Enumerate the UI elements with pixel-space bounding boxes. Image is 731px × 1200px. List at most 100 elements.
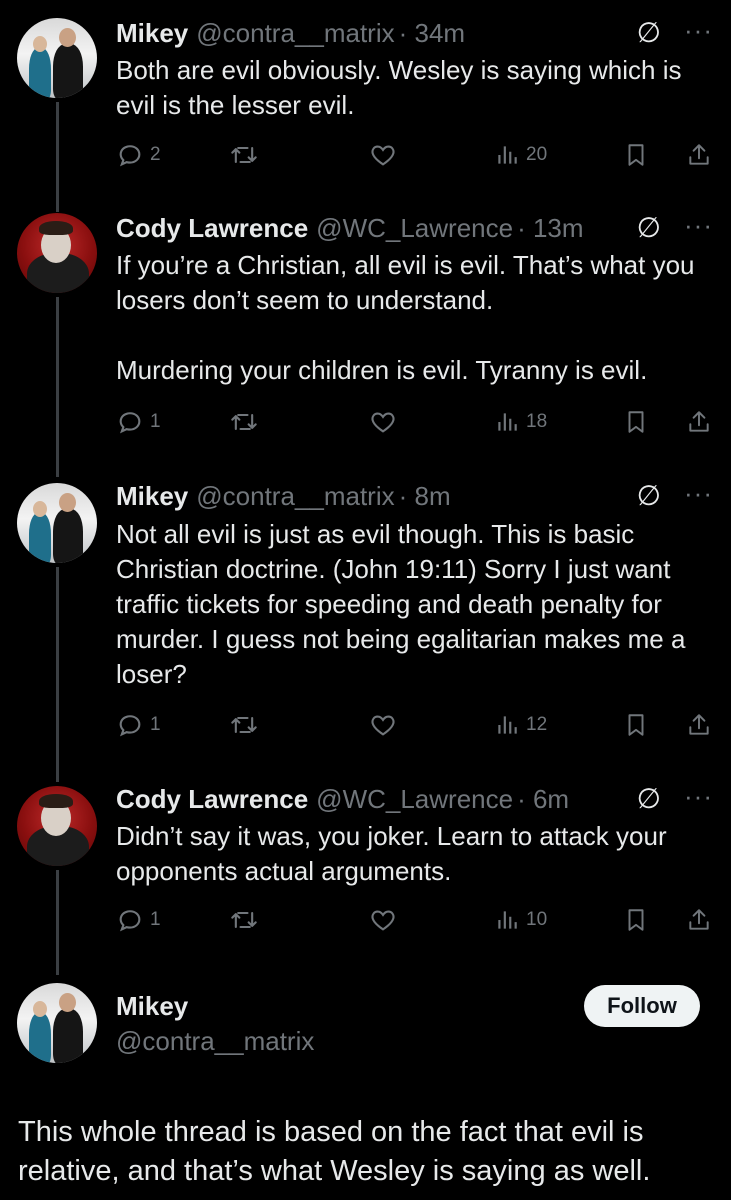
tweet-time[interactable]: · 6m	[517, 784, 569, 815]
bookmark-icon	[623, 711, 649, 739]
bookmark-icon	[623, 906, 649, 934]
retweet-icon	[229, 141, 259, 169]
tweet-time[interactable]: · 13m	[517, 213, 583, 244]
reply-count: 2	[150, 144, 161, 165]
views-button[interactable]: 10	[494, 905, 547, 935]
thread-connector-line	[56, 870, 59, 975]
tweet-text: Not all evil is just as evil though. Thi…	[116, 519, 693, 689]
reply-button[interactable]: 2	[116, 140, 161, 170]
share-button[interactable]	[686, 407, 712, 437]
author-name[interactable]: Mikey	[116, 481, 188, 512]
author-handle[interactable]: @WC_Lawrence	[316, 213, 513, 244]
bookmark-icon	[623, 141, 649, 169]
share-icon	[686, 711, 712, 739]
like-icon	[368, 408, 398, 436]
retweet-icon	[229, 408, 259, 436]
views-count: 12	[526, 714, 548, 735]
reply-icon	[116, 711, 144, 739]
tweet-actions: 1 18	[116, 407, 716, 437]
avatar-face-left	[33, 36, 47, 52]
like-button[interactable]	[368, 710, 398, 740]
avatar-face-right	[59, 493, 76, 512]
avatar[interactable]	[17, 483, 97, 563]
bookmark-button[interactable]	[623, 710, 649, 740]
retweet-icon	[229, 711, 259, 739]
avatar-face-left	[33, 501, 47, 517]
follow-button[interactable]: Follow	[584, 985, 700, 1027]
main-tweet-header: Mikey	[116, 988, 188, 1024]
retweet-button[interactable]	[229, 905, 259, 935]
author-name[interactable]: Mikey	[116, 18, 188, 49]
avatar-hair	[39, 794, 73, 808]
avatar[interactable]	[17, 786, 97, 866]
tweet-header: Mikey @contra__matrix · 34m	[116, 15, 465, 51]
views-icon	[494, 906, 520, 934]
like-icon	[368, 711, 398, 739]
reply-icon	[116, 906, 144, 934]
like-button[interactable]	[368, 140, 398, 170]
share-icon	[686, 408, 712, 436]
tweet-actions: 1 12	[116, 710, 716, 740]
retweet-button[interactable]	[229, 407, 259, 437]
reply-button[interactable]: 1	[116, 905, 161, 935]
more-icon[interactable]: ···	[684, 210, 713, 241]
tweet-header: Cody Lawrence @WC_Lawrence · 6m	[116, 781, 569, 817]
reply-icon	[116, 408, 144, 436]
more-icon[interactable]: ···	[684, 15, 713, 46]
author-handle[interactable]: @WC_Lawrence	[316, 784, 513, 815]
tweet-header: Mikey @contra__matrix · 8m	[116, 478, 451, 514]
bookmark-button[interactable]	[623, 407, 649, 437]
like-button[interactable]	[368, 407, 398, 437]
tweet-text: If you’re a Christian, all evil is evil.…	[116, 250, 695, 385]
author-name[interactable]: Mikey	[116, 991, 188, 1022]
reply-button[interactable]: 1	[116, 407, 161, 437]
bookmark-button[interactable]	[623, 905, 649, 935]
thread-connector-line	[56, 567, 59, 782]
avatar[interactable]	[17, 983, 97, 1063]
tweet-time[interactable]: · 34m	[399, 18, 465, 49]
avatar[interactable]	[17, 213, 97, 293]
tweet-actions: 1 10	[116, 905, 716, 935]
main-tweet-handle-row: @contra__matrix	[116, 1023, 314, 1059]
author-name[interactable]: Cody Lawrence	[116, 213, 308, 244]
tweet-text: Didn’t say it was, you joker. Learn to a…	[116, 821, 674, 886]
views-button[interactable]: 20	[494, 140, 547, 170]
avatar-figure-right	[53, 509, 83, 563]
reply-count: 1	[150, 411, 161, 432]
avatar[interactable]	[17, 18, 97, 98]
author-handle[interactable]: @contra__matrix	[196, 481, 394, 512]
views-icon	[494, 711, 520, 739]
tweet-time[interactable]: · 8m	[399, 481, 451, 512]
views-icon	[494, 408, 520, 436]
more-icon[interactable]: ···	[684, 781, 713, 812]
views-icon	[494, 141, 520, 169]
reply-button[interactable]: 1	[116, 710, 161, 740]
share-button[interactable]	[686, 710, 712, 740]
grok-icon[interactable]: ∅	[637, 211, 661, 244]
reply-icon	[116, 141, 144, 169]
grok-icon[interactable]: ∅	[637, 479, 661, 512]
like-icon	[368, 906, 398, 934]
avatar-figure-left	[29, 513, 51, 563]
retweet-button[interactable]	[229, 140, 259, 170]
views-button[interactable]: 12	[494, 710, 547, 740]
share-button[interactable]	[686, 140, 712, 170]
share-button[interactable]	[686, 905, 712, 935]
like-button[interactable]	[368, 905, 398, 935]
avatar-face-right	[59, 993, 76, 1012]
more-icon[interactable]: ···	[684, 478, 713, 509]
author-handle[interactable]: @contra__matrix	[116, 1026, 314, 1057]
avatar-hair	[39, 221, 73, 235]
author-name[interactable]: Cody Lawrence	[116, 784, 308, 815]
grok-icon[interactable]: ∅	[637, 782, 661, 815]
views-button[interactable]: 18	[494, 407, 547, 437]
tweet-text: Both are evil obviously. Wesley is sayin…	[116, 55, 689, 120]
bookmark-button[interactable]	[623, 140, 649, 170]
retweet-button[interactable]	[229, 710, 259, 740]
tweet-actions: 2 20	[116, 140, 716, 170]
retweet-icon	[229, 906, 259, 934]
grok-icon[interactable]: ∅	[637, 16, 661, 49]
author-handle[interactable]: @contra__matrix	[196, 18, 394, 49]
avatar-figure-left	[29, 48, 51, 98]
thread-connector-line	[56, 102, 59, 212]
